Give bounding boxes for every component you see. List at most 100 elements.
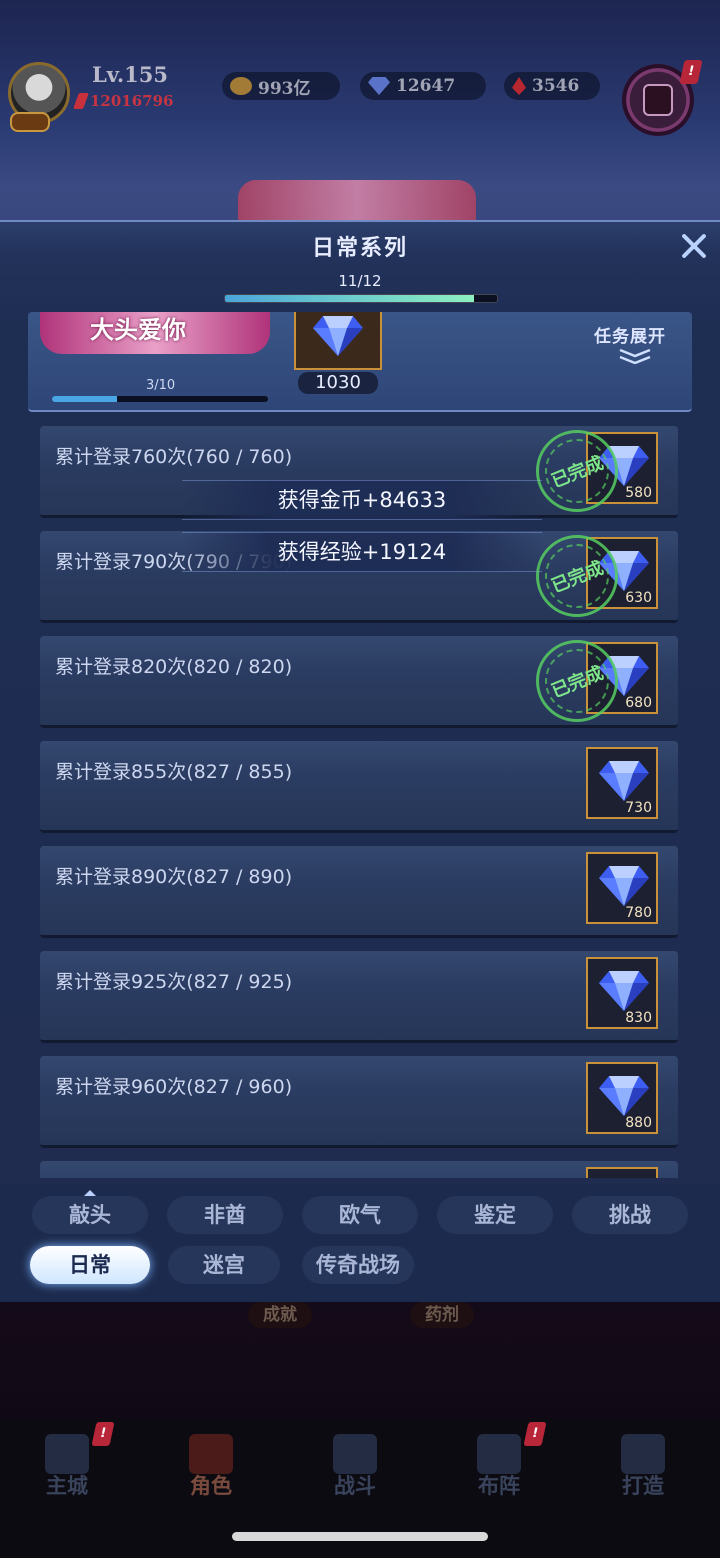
gold-counter[interactable]: 993亿 <box>222 72 340 100</box>
tab-3[interactable]: 鉴定 <box>437 1196 553 1234</box>
series-stage-text: 3/10 <box>146 378 176 393</box>
series-reward-count: 1030 <box>298 372 378 394</box>
task-reward-amount: 580 <box>625 485 652 501</box>
reward-popup: 获得金币+84633 <box>182 480 542 520</box>
gold-value: 993亿 <box>258 78 311 99</box>
event-alert-badge: ! <box>679 60 703 84</box>
task-reward-amount: 730 <box>625 800 652 816</box>
diamond-icon <box>597 969 651 1013</box>
diamond-icon <box>311 314 365 358</box>
gold-bag-icon <box>230 77 252 95</box>
diamond-icon <box>597 864 651 908</box>
nav-icon <box>477 1434 521 1474</box>
achievement-label[interactable]: 成就 <box>248 1302 312 1328</box>
close-icon[interactable] <box>676 228 712 264</box>
double-chevron-down-icon[interactable] <box>618 348 652 364</box>
series-progress-text: 11/12 <box>338 272 382 290</box>
category-tabs: 敲头 非酋 欧气 鉴定 挑战 日常 迷宫 传奇战场 <box>0 1184 720 1302</box>
home-indicator[interactable] <box>232 1532 488 1541</box>
task-label: 累计登录855次(827 / 855) <box>55 761 293 783</box>
nav-label: 布阵 <box>478 1473 520 1498</box>
task-reward-slot[interactable] <box>586 1167 658 1178</box>
task-label: 累计登录960次(827 / 960) <box>55 1076 293 1098</box>
series-banner-text: 大头爱你 <box>90 315 186 344</box>
nav-alert-badge: ! <box>523 1422 547 1446</box>
series-header-card: 大头爱你 1030 3/10 任务展开 <box>28 312 692 412</box>
series-progress-bar <box>224 294 498 303</box>
completed-stamp-icon: 已完成 <box>536 640 618 722</box>
task-reward-amount: 880 <box>625 1115 652 1131</box>
power-icon <box>73 93 89 109</box>
ruby-counter[interactable]: 3546 <box>504 72 600 100</box>
crystal-value: 12647 <box>396 76 456 96</box>
completed-stamp-text: 已完成 <box>548 557 607 598</box>
completed-stamp-icon: 已完成 <box>536 430 618 512</box>
task-row[interactable]: 累计登录855次(827 / 855) 730 <box>40 741 678 833</box>
nav-item-2[interactable]: 战斗 <box>300 1428 410 1518</box>
tab-row2-2[interactable]: 传奇战场 <box>302 1246 414 1284</box>
completed-stamp-icon: 已完成 <box>536 535 618 617</box>
nav-icon <box>189 1434 233 1474</box>
nav-label: 战斗 <box>334 1473 376 1498</box>
nav-item-4[interactable]: 打造 <box>588 1428 698 1518</box>
task-reward-slot[interactable]: 730 <box>586 747 658 819</box>
combat-power-value: 12016796 <box>90 92 174 110</box>
series-banner: 大头爱你 <box>40 312 270 354</box>
player-level: Lv.155 <box>92 62 169 87</box>
nav-label: 主城 <box>46 1473 88 1498</box>
task-reward-amount: 680 <box>625 695 652 711</box>
daily-series-modal: 日常系列 11/12 大头爱你 1030 3/10 任务展开 累计登录760次(… <box>0 220 720 1302</box>
series-reward-slot[interactable] <box>294 312 382 370</box>
nav-label: 角色 <box>190 1473 232 1498</box>
nav-item-3[interactable]: 布阵! <box>444 1422 554 1518</box>
crystal-counter[interactable]: 12647 <box>360 72 486 100</box>
top-hud: Lv.155 12016796 993亿 12647 3546 ! <box>0 0 720 224</box>
ruby-value: 3546 <box>532 76 580 96</box>
series-stage-fill <box>52 396 117 402</box>
task-reward-amount: 830 <box>625 1010 652 1026</box>
nav-label: 打造 <box>622 1473 664 1498</box>
task-row[interactable]: 累计登录820次(820 / 820) 680 已完成 <box>40 636 678 728</box>
task-reward-amount: 780 <box>625 905 652 921</box>
crystal-icon <box>368 77 390 95</box>
reward-popup: 获得经验+19124 <box>182 532 542 572</box>
task-row[interactable] <box>40 1161 678 1178</box>
ruby-icon <box>512 77 526 95</box>
modal-title: 日常系列 <box>311 236 408 261</box>
series-progress-fill <box>225 295 475 302</box>
nav-item-0[interactable]: 主城! <box>12 1422 122 1518</box>
nav-icon <box>45 1434 89 1474</box>
expand-tasks-button[interactable]: 任务展开 <box>594 322 666 347</box>
completed-stamp-text: 已完成 <box>548 452 607 493</box>
diamond-icon <box>597 759 651 803</box>
series-stage-bar <box>52 396 268 402</box>
nav-alert-badge: ! <box>91 1422 115 1446</box>
task-row[interactable]: 累计登录925次(827 / 925) 830 <box>40 951 678 1043</box>
task-label: 累计登录820次(820 / 820) <box>55 656 293 678</box>
task-row[interactable]: 累计登录960次(827 / 960) 880 <box>40 1056 678 1148</box>
task-label: 累计登录925次(827 / 925) <box>55 971 293 993</box>
task-label: 累计登录760次(760 / 760) <box>55 446 293 468</box>
nav-icon <box>621 1434 665 1474</box>
tab-4[interactable]: 挑战 <box>572 1196 688 1234</box>
tab-1[interactable]: 非酋 <box>167 1196 283 1234</box>
task-reward-slot[interactable]: 780 <box>586 852 658 924</box>
nav-item-1[interactable]: 角色 <box>156 1428 266 1518</box>
diamond-icon <box>597 1074 651 1118</box>
task-label: 累计登录890次(827 / 890) <box>55 866 293 888</box>
nav-icon <box>333 1434 377 1474</box>
tab-2[interactable]: 欧气 <box>302 1196 418 1234</box>
task-row[interactable]: 累计登录890次(827 / 890) 780 <box>40 846 678 938</box>
event-icon <box>643 84 673 116</box>
tab-row2-0[interactable]: 日常 <box>30 1246 150 1284</box>
potion-label[interactable]: 药剂 <box>410 1302 474 1328</box>
tab-0[interactable]: 敲头 <box>32 1196 148 1234</box>
task-reward-slot[interactable]: 830 <box>586 957 658 1029</box>
event-banner[interactable] <box>238 180 476 224</box>
rank-badge-icon <box>10 112 50 132</box>
completed-stamp-text: 已完成 <box>548 662 607 703</box>
tab-row2-1[interactable]: 迷宫 <box>168 1246 280 1284</box>
combat-power: 12016796 <box>73 90 174 112</box>
task-reward-slot[interactable]: 880 <box>586 1062 658 1134</box>
task-reward-amount: 630 <box>625 590 652 606</box>
